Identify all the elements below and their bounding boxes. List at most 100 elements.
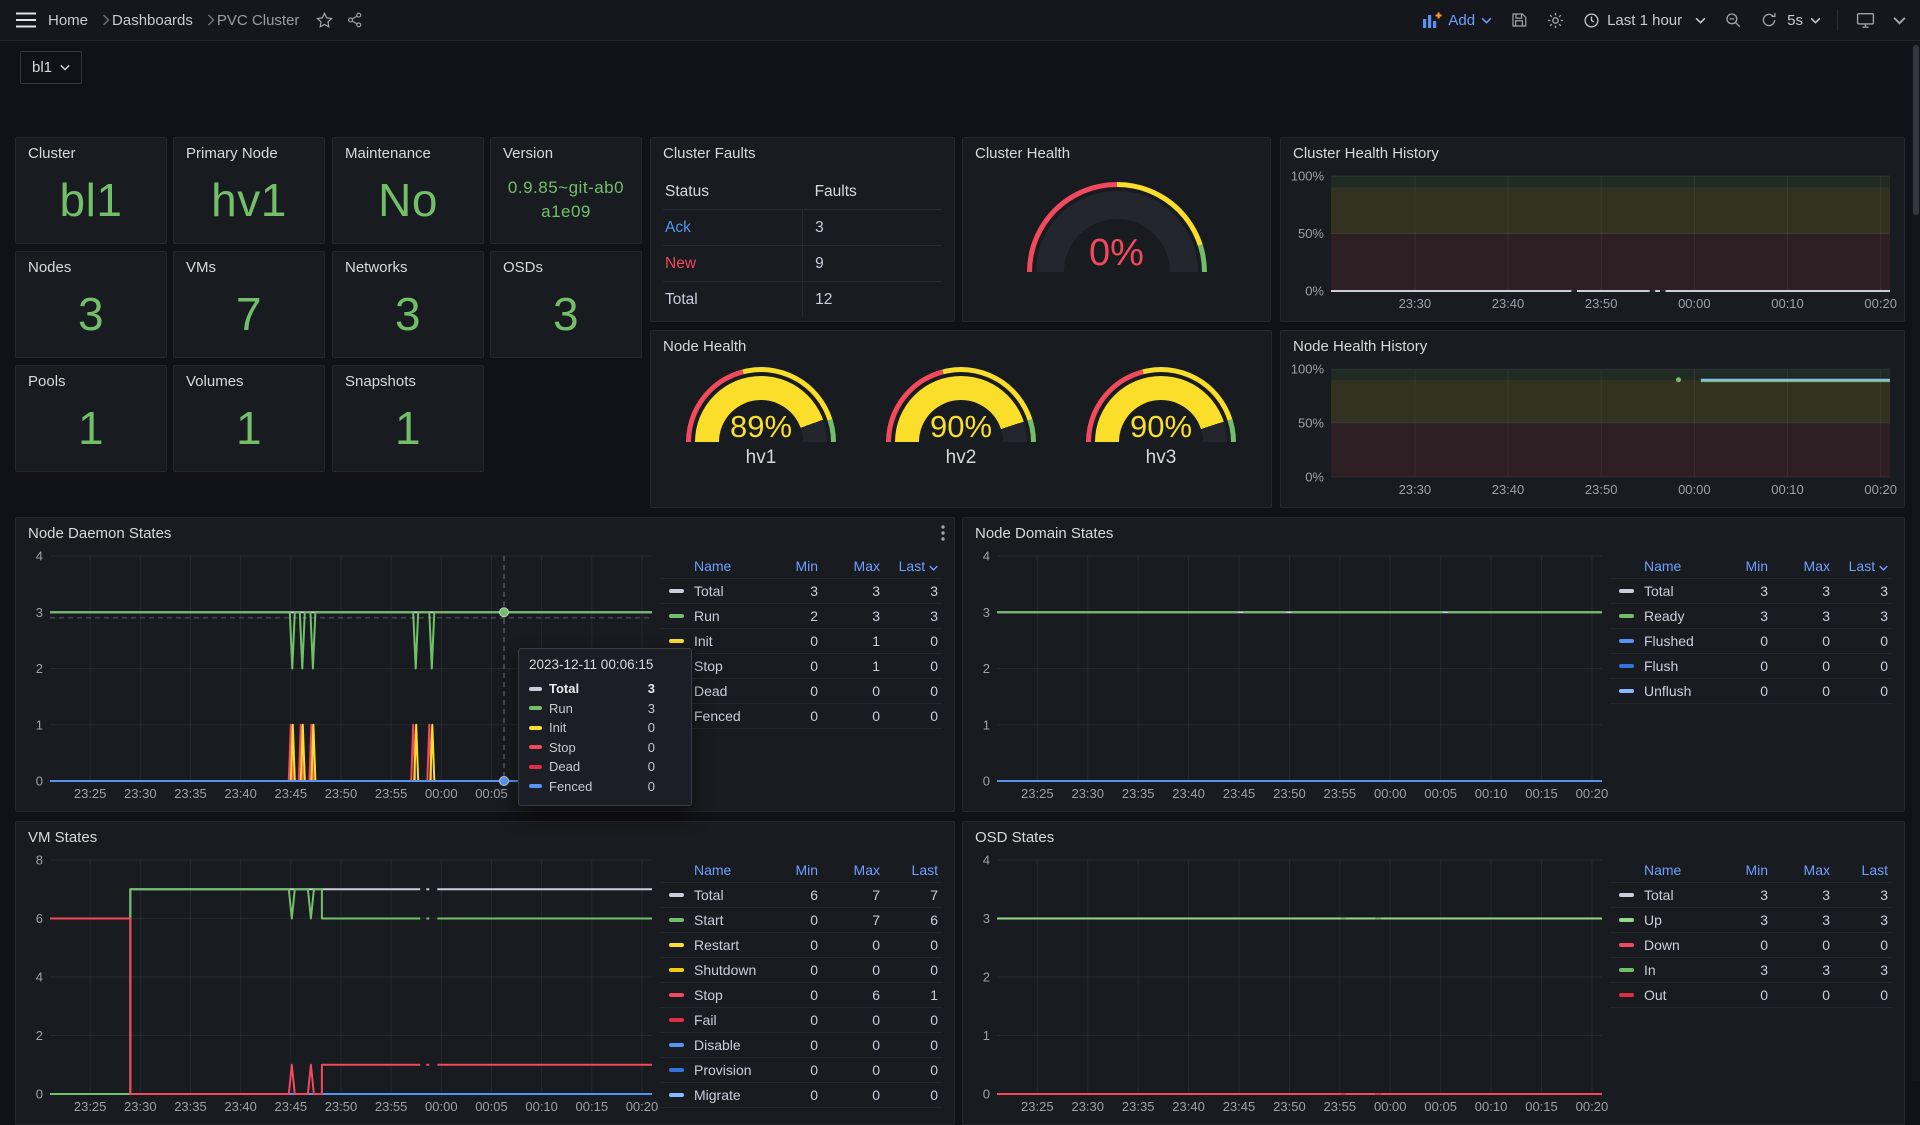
- svg-text:1: 1: [36, 717, 43, 732]
- svg-text:00:20: 00:20: [1576, 786, 1609, 801]
- series-name[interactable]: Unflush: [1644, 683, 1718, 699]
- vm-states-chart[interactable]: 0246823:2523:3023:3523:4023:4523:5023:55…: [22, 850, 660, 1118]
- legend-row: Total333: [1610, 579, 1892, 604]
- series-color-swatch: [529, 784, 542, 788]
- half-gauge: 90%: [1086, 367, 1236, 442]
- series-name[interactable]: Total: [694, 583, 768, 599]
- favorite-star-icon[interactable]: [315, 11, 334, 30]
- svg-text:3: 3: [36, 605, 43, 620]
- series-name[interactable]: Disable: [694, 1037, 768, 1053]
- node-daemon-states-chart[interactable]: 0123423:2523:3023:3523:4023:4523:5023:55…: [22, 546, 660, 805]
- series-name[interactable]: In: [1644, 962, 1718, 978]
- save-dashboard-icon[interactable]: [1510, 11, 1528, 29]
- series-name[interactable]: Stop: [694, 987, 768, 1003]
- svg-text:00:10: 00:10: [1475, 1099, 1508, 1114]
- legend-stat: 0: [884, 1012, 942, 1028]
- gauge-value: 90%: [1086, 409, 1236, 442]
- legend-stat: 0: [1772, 937, 1834, 953]
- node-domain-states-chart[interactable]: 0123423:2523:3023:3523:4023:4523:5023:55…: [969, 546, 1610, 805]
- fault-count: 3: [802, 210, 942, 245]
- legend-stat: 3: [1772, 887, 1834, 903]
- legend-header: NameMinMaxLast: [1610, 858, 1892, 883]
- series-name[interactable]: Ready: [1644, 608, 1718, 624]
- legend-stat: 0: [1772, 633, 1834, 649]
- refresh-icon: [1760, 11, 1778, 29]
- kiosk-tv-mode-icon[interactable]: [1856, 11, 1875, 29]
- series-name[interactable]: Fail: [694, 1012, 768, 1028]
- chevron-down-icon: [1695, 17, 1706, 24]
- series-name[interactable]: Fenced: [694, 708, 768, 724]
- stat-value: bl1: [16, 162, 166, 237]
- legend-row: Disable000: [660, 1033, 942, 1058]
- legend-row: Flushed000: [1610, 629, 1892, 654]
- svg-text:0%: 0%: [1305, 470, 1324, 485]
- series-name[interactable]: Init: [694, 633, 768, 649]
- series-name[interactable]: Shutdown: [694, 962, 768, 978]
- osd-states-chart[interactable]: 0123423:2523:3023:3523:4023:4523:5023:55…: [969, 850, 1610, 1118]
- legend-stat: 0: [768, 683, 822, 699]
- refresh-picker[interactable]: 5s: [1760, 11, 1821, 29]
- series-name[interactable]: Provision: [694, 1062, 768, 1078]
- variable-selector-node[interactable]: bl1: [20, 51, 82, 84]
- series-color-swatch: [529, 726, 542, 730]
- svg-text:23:55: 23:55: [1324, 786, 1357, 801]
- series-name[interactable]: Dead: [694, 683, 768, 699]
- svg-text:3: 3: [983, 911, 990, 926]
- svg-text:23:30: 23:30: [124, 786, 157, 801]
- svg-text:23:55: 23:55: [1324, 1099, 1357, 1114]
- gauge-label: hv1: [746, 447, 777, 469]
- series-name[interactable]: Start: [694, 912, 768, 928]
- series-name[interactable]: Migrate: [694, 1087, 768, 1103]
- nav-chevron-down-icon[interactable]: [1893, 16, 1906, 25]
- svg-text:4: 4: [36, 970, 43, 985]
- legend-stat: 1: [822, 633, 884, 649]
- series-name[interactable]: Down: [1644, 937, 1718, 953]
- node-health-history-chart[interactable]: 0%50%100%23:3023:4023:5000:0000:1000:20: [1287, 359, 1898, 501]
- legend-stat: 0: [884, 937, 942, 953]
- add-panel-button[interactable]: Add: [1422, 11, 1492, 29]
- stat-value: hv1: [174, 162, 324, 237]
- scrollbar-track[interactable]: [1912, 41, 1920, 1081]
- legend-row: Total333: [660, 579, 942, 604]
- svg-text:00:00: 00:00: [1374, 786, 1407, 801]
- legend-stat: 3: [1718, 912, 1772, 928]
- svg-text:00:20: 00:20: [626, 1099, 659, 1114]
- legend-stat: 0: [822, 683, 884, 699]
- svg-text:100%: 100%: [1291, 169, 1325, 184]
- legend-row: Restart000: [660, 933, 942, 958]
- svg-text:00:10: 00:10: [525, 1099, 558, 1114]
- series-name[interactable]: Run: [694, 608, 768, 624]
- time-range-picker[interactable]: Last 1 hour: [1583, 12, 1706, 29]
- stat-panel-primary-node: Primary Node hv1: [173, 137, 325, 244]
- scrollbar-thumb[interactable]: [1913, 45, 1919, 215]
- series-name[interactable]: Total: [694, 887, 768, 903]
- series-name[interactable]: Total: [1644, 583, 1718, 599]
- series-name[interactable]: Up: [1644, 912, 1718, 928]
- series-name[interactable]: Stop: [694, 658, 768, 674]
- breadcrumb-home[interactable]: Home: [48, 12, 88, 29]
- legend-stat: 1: [884, 987, 942, 1003]
- cluster-health-history-chart[interactable]: 0%50%100%23:3023:4023:5000:0000:1000:20: [1287, 166, 1898, 315]
- svg-text:23:40: 23:40: [224, 1099, 257, 1114]
- series-name[interactable]: Out: [1644, 987, 1718, 1003]
- legend-stat: 3: [1834, 887, 1892, 903]
- svg-text:23:25: 23:25: [1021, 1099, 1054, 1114]
- series-name[interactable]: Flush: [1644, 658, 1718, 674]
- legend-stat: 3: [1834, 608, 1892, 624]
- breadcrumb-dashboards[interactable]: Dashboards: [112, 12, 193, 29]
- legend-stat: 0: [1834, 937, 1892, 953]
- series-name[interactable]: Restart: [694, 937, 768, 953]
- series-name[interactable]: Flushed: [1644, 633, 1718, 649]
- panel-menu-kebab-icon[interactable]: [941, 525, 945, 546]
- series-name[interactable]: Total: [1644, 887, 1718, 903]
- zoom-out-icon[interactable]: [1724, 11, 1742, 29]
- hamburger-menu-icon[interactable]: [16, 12, 36, 28]
- dashboard-settings-gear-icon[interactable]: [1546, 11, 1565, 30]
- share-icon[interactable]: [346, 11, 364, 29]
- svg-text:23:50: 23:50: [325, 1099, 358, 1114]
- series-color-swatch: [669, 639, 684, 643]
- svg-text:00:05: 00:05: [1424, 1099, 1457, 1114]
- series-color-swatch: [669, 893, 684, 897]
- stat-panel-osds: OSDs 3: [490, 251, 642, 358]
- svg-text:23:25: 23:25: [74, 1099, 107, 1114]
